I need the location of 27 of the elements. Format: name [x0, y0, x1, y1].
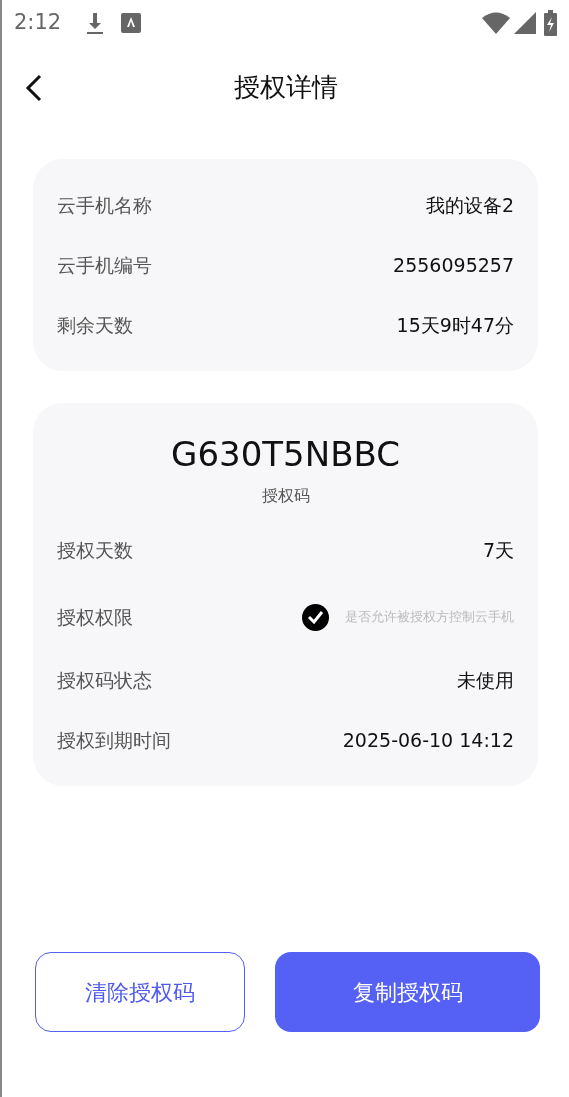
signal-icon: [514, 12, 536, 34]
keyboard-icon: [121, 13, 142, 33]
field-label: 授权权限: [57, 604, 133, 630]
field-value: 7天: [482, 537, 514, 563]
field-label: 剩余天数: [57, 312, 133, 338]
status-time: 2:12: [14, 9, 62, 37]
field-label: 授权天数: [57, 537, 133, 563]
checkbox[interactable]: [302, 603, 329, 631]
page-title: 授权详情: [233, 70, 338, 104]
field-value: 未使用: [457, 667, 514, 693]
battery-icon: [544, 10, 557, 36]
check-icon: [307, 610, 324, 624]
field-label: 云手机编号: [57, 252, 152, 278]
field-value: 2025-06-10 14:12: [342, 727, 514, 753]
copy-code-button[interactable]: 复制授权码: [275, 952, 540, 1032]
clear-code-button[interactable]: 清除授权码: [35, 952, 245, 1032]
back-icon[interactable]: [24, 74, 44, 102]
auth-code: G630T5NBBC: [170, 433, 401, 476]
field-value: 我的设备2: [425, 192, 514, 218]
field-value: 2556095257: [393, 252, 514, 278]
wifi-icon: [482, 12, 510, 34]
field-label: 授权码状态: [57, 667, 152, 693]
field-label: 授权到期时间: [57, 727, 171, 753]
field-value: 15天9时47分: [396, 312, 514, 338]
field-label: 云手机名称: [57, 192, 152, 218]
download-icon: [85, 11, 106, 35]
auth-code-label: 授权码: [260, 485, 311, 507]
